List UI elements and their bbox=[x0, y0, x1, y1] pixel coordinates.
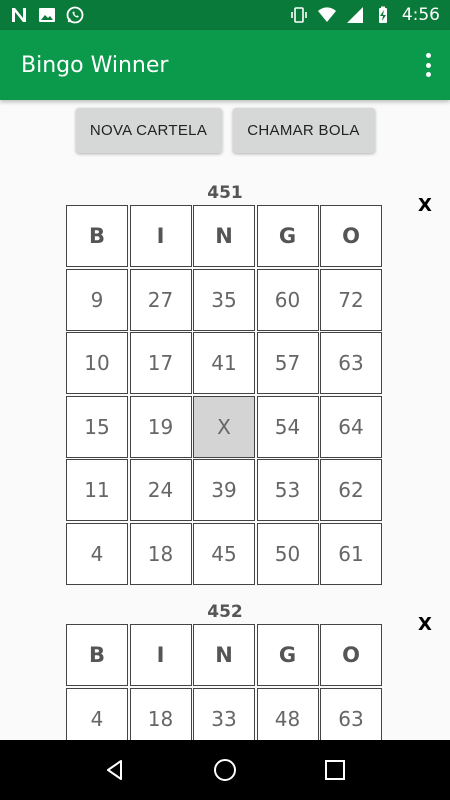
card-cell[interactable]: 48 bbox=[256, 687, 319, 740]
home-icon[interactable] bbox=[210, 755, 240, 785]
column-header-b: B bbox=[66, 624, 128, 686]
status-right-icons: 4:56 bbox=[290, 5, 440, 25]
free-space-cell[interactable]: X bbox=[193, 395, 255, 458]
status-time: 4:56 bbox=[401, 5, 440, 25]
recents-icon[interactable] bbox=[320, 755, 350, 785]
wifi-icon bbox=[317, 6, 336, 24]
card-cell[interactable]: 4 bbox=[66, 687, 128, 740]
card-cell[interactable]: 33 bbox=[193, 687, 255, 740]
card-cell[interactable]: 35 bbox=[193, 268, 255, 331]
action-buttons: NOVA CARTELA CHAMAR BOLA bbox=[0, 108, 450, 153]
column-header-g: G bbox=[256, 205, 319, 267]
navigation-bar bbox=[0, 740, 450, 800]
card-cell[interactable]: 63 bbox=[320, 332, 382, 394]
card-cell[interactable]: 63 bbox=[320, 687, 382, 740]
card-cell[interactable]: 64 bbox=[320, 395, 382, 458]
card-cell[interactable]: 72 bbox=[320, 268, 382, 331]
card-cell[interactable]: 60 bbox=[256, 268, 319, 331]
signal-icon bbox=[346, 6, 364, 24]
column-header-n: N bbox=[193, 205, 255, 267]
new-card-button[interactable]: NOVA CARTELA bbox=[75, 108, 222, 153]
column-header-b: B bbox=[66, 205, 128, 267]
card-cell[interactable]: 15 bbox=[66, 395, 128, 458]
status-left-icons bbox=[10, 6, 84, 24]
column-header-g: G bbox=[256, 624, 319, 686]
column-header-i: I bbox=[129, 205, 192, 267]
card-grid: B I N G O 9 27 35 60 72 10 17 41 57 63 1… bbox=[66, 205, 384, 585]
card-cell[interactable]: 62 bbox=[320, 459, 382, 521]
card-cell[interactable]: 9 bbox=[66, 268, 128, 331]
card-cell[interactable]: 4 bbox=[66, 522, 128, 585]
battery-charging-icon bbox=[374, 6, 392, 24]
card-cell[interactable]: 50 bbox=[256, 522, 319, 585]
card-cell[interactable]: 57 bbox=[256, 332, 319, 394]
column-header-i: I bbox=[129, 624, 192, 686]
card-cell[interactable]: 17 bbox=[129, 332, 192, 394]
n-icon bbox=[10, 6, 28, 24]
status-bar: 4:56 bbox=[0, 0, 450, 30]
vibrate-icon bbox=[290, 6, 308, 24]
card-cell[interactable]: 18 bbox=[129, 687, 192, 740]
card-cell[interactable]: 54 bbox=[256, 395, 319, 458]
card-number: 452 bbox=[207, 602, 243, 622]
bingo-card: 451 X B I N G O 9 27 35 60 72 10 17 41 5… bbox=[66, 181, 432, 585]
main-content[interactable]: NOVA CARTELA CHAMAR BOLA 451 X B I N G O… bbox=[0, 100, 450, 740]
column-header-n: N bbox=[193, 624, 255, 686]
remove-card-button[interactable]: X bbox=[418, 195, 432, 216]
card-cell[interactable]: 18 bbox=[129, 522, 192, 585]
app-bar: Bingo Winner bbox=[0, 30, 450, 100]
app-title: Bingo Winner bbox=[21, 52, 169, 78]
card-cell[interactable]: 41 bbox=[193, 332, 255, 394]
whatsapp-icon bbox=[66, 6, 84, 24]
card-cell[interactable]: 24 bbox=[129, 459, 192, 521]
remove-card-button[interactable]: X bbox=[418, 614, 432, 635]
more-vert-icon[interactable] bbox=[424, 53, 432, 77]
column-header-o: O bbox=[320, 624, 382, 686]
card-cell[interactable]: 27 bbox=[129, 268, 192, 331]
image-icon bbox=[38, 6, 56, 24]
card-cell[interactable]: 61 bbox=[320, 522, 382, 585]
card-cell[interactable]: 10 bbox=[66, 332, 128, 394]
call-ball-button[interactable]: CHAMAR BOLA bbox=[232, 108, 375, 153]
card-number: 451 bbox=[207, 183, 243, 203]
back-icon[interactable] bbox=[100, 755, 130, 785]
card-cell[interactable]: 39 bbox=[193, 459, 255, 521]
card-grid: B I N G O 4 18 33 48 63 bbox=[66, 624, 384, 740]
card-cell[interactable]: 19 bbox=[129, 395, 192, 458]
card-cell[interactable]: 45 bbox=[193, 522, 255, 585]
card-cell[interactable]: 53 bbox=[256, 459, 319, 521]
card-cell[interactable]: 11 bbox=[66, 459, 128, 521]
bingo-card: 452 X B I N G O 4 18 33 48 63 bbox=[66, 600, 432, 740]
column-header-o: O bbox=[320, 205, 382, 267]
